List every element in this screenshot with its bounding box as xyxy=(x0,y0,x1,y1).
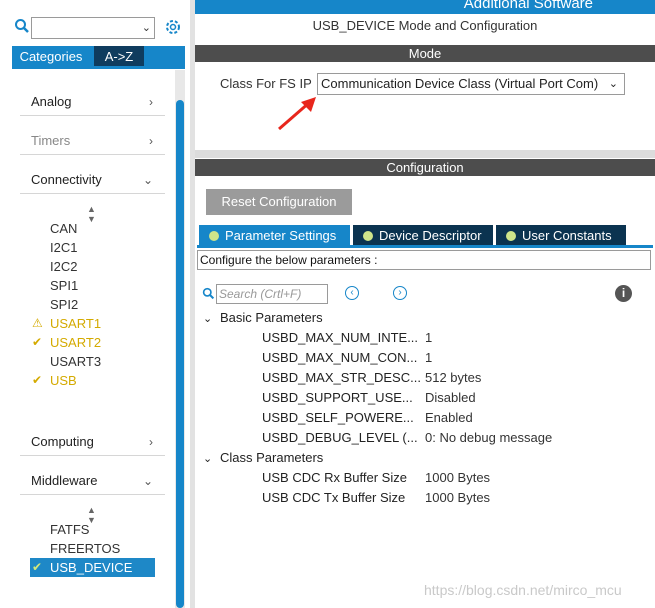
param-name[interactable]: USBD_MAX_NUM_CON... xyxy=(262,350,417,365)
param-name[interactable]: USB CDC Rx Buffer Size xyxy=(262,470,407,485)
check-icon: ✔ xyxy=(32,335,43,349)
category-label: Timers xyxy=(31,133,71,148)
list-item-spi2[interactable]: SPI2 xyxy=(50,295,78,314)
chevron-down-icon: ⌄ xyxy=(142,474,153,488)
component-search-combo[interactable]: ⌄ xyxy=(31,17,155,39)
chevron-right-icon: › xyxy=(149,435,153,449)
class-select[interactable]: Communication Device Class (Virtual Port… xyxy=(317,73,625,95)
next-result-icon[interactable]: › xyxy=(393,286,407,300)
check-icon: ✔ xyxy=(32,373,43,387)
search-icon[interactable] xyxy=(14,18,30,38)
reset-configuration-button[interactable]: Reset Configuration xyxy=(206,189,352,215)
list-item-fatfs[interactable]: FATFS xyxy=(50,520,89,539)
category-analog[interactable]: Analog › xyxy=(20,89,165,116)
list-item-freertos[interactable]: FREERTOS xyxy=(50,539,120,558)
previous-result-icon[interactable]: ‹ xyxy=(345,286,359,300)
param-value[interactable]: 512 bytes xyxy=(425,370,481,385)
check-circle-icon xyxy=(363,231,373,241)
param-value[interactable]: 1000 Bytes xyxy=(425,490,490,505)
param-name[interactable]: USBD_SELF_POWERE... xyxy=(262,410,414,425)
parameter-search-input[interactable]: Search (Crtl+F) xyxy=(216,284,328,304)
chevron-right-icon: › xyxy=(149,95,153,109)
list-item-usb-device[interactable]: ✔ USB_DEVICE xyxy=(32,558,133,577)
tab-device-descriptor[interactable]: Device Descriptor xyxy=(353,225,493,246)
param-value[interactable]: 1 xyxy=(425,350,432,365)
search-icon[interactable] xyxy=(202,287,215,305)
category-connectivity[interactable]: Connectivity ⌄ xyxy=(20,167,165,194)
tab-label: User Constants xyxy=(522,228,612,243)
gear-icon[interactable] xyxy=(164,18,182,41)
chevron-down-icon: ⌄ xyxy=(203,313,213,325)
chevron-down-icon: ⌄ xyxy=(203,453,213,465)
header-bar: Additional Software xyxy=(195,0,655,14)
category-timers[interactable]: Timers › xyxy=(20,128,165,155)
sort-icon[interactable]: ▲ ▼ xyxy=(87,204,96,224)
list-item-i2c1[interactable]: I2C1 xyxy=(50,238,77,257)
warning-icon: ⚠ xyxy=(32,316,43,330)
tab-label: Parameter Settings xyxy=(225,228,337,243)
additional-software-label[interactable]: Additional Software xyxy=(464,0,593,12)
group-class-parameters[interactable]: ⌄ Class Parameters xyxy=(203,450,323,465)
param-name[interactable]: USBD_SUPPORT_USE... xyxy=(262,390,413,405)
section-separator xyxy=(195,150,655,158)
param-name[interactable]: USB CDC Tx Buffer Size xyxy=(262,490,405,505)
item-label: USB xyxy=(50,373,77,388)
list-item-can[interactable]: CAN xyxy=(50,219,77,238)
info-icon[interactable]: i xyxy=(615,285,632,302)
tab-user-constants[interactable]: User Constants xyxy=(496,225,626,246)
list-item-spi1[interactable]: SPI1 xyxy=(50,276,78,295)
tab-parameter-settings[interactable]: Parameter Settings xyxy=(199,225,350,246)
mode-bar: Mode xyxy=(195,45,655,62)
category-computing[interactable]: Computing › xyxy=(20,429,165,456)
tab-underline xyxy=(12,66,185,69)
item-label: USART1 xyxy=(50,316,102,331)
param-name[interactable]: USBD_DEBUG_LEVEL (... xyxy=(262,430,418,445)
left-panel: ⌄ Categories A->Z Analog › Timers › Conn… xyxy=(0,0,188,608)
category-label: Connectivity xyxy=(31,172,102,187)
configuration-bar: Configuration xyxy=(195,159,655,176)
check-icon: ✔ xyxy=(32,560,43,574)
category-middleware[interactable]: Middleware ⌄ xyxy=(20,468,165,495)
chevron-down-icon: ⌄ xyxy=(608,78,618,90)
item-label: USART2 xyxy=(50,335,102,350)
param-name[interactable]: USBD_MAX_STR_DESC... xyxy=(262,370,421,385)
list-item-usart1[interactable]: ⚠ USART1 xyxy=(32,314,102,333)
list-item-i2c2[interactable]: I2C2 xyxy=(50,257,77,276)
tab-categories[interactable]: Categories xyxy=(12,46,90,68)
chevron-down-icon[interactable]: ⌄ xyxy=(142,21,151,34)
chevron-down-icon: ⌄ xyxy=(142,173,153,187)
param-value[interactable]: 1 xyxy=(425,330,432,345)
class-for-fs-ip-label: Class For FS IP xyxy=(220,76,312,91)
param-value[interactable]: 0: No debug message xyxy=(425,430,552,445)
category-label: Analog xyxy=(31,94,72,109)
configure-hint: Configure the below parameters : xyxy=(197,250,651,270)
class-select-value: Communication Device Class (Virtual Port… xyxy=(321,76,599,91)
watermark: https://blog.csdn.net/mirco_mcu xyxy=(424,582,622,598)
category-label: Computing xyxy=(31,434,94,449)
annotation-arrow-icon xyxy=(278,97,316,131)
param-value[interactable]: 1000 Bytes xyxy=(425,470,490,485)
check-circle-icon xyxy=(209,231,219,241)
page-title: USB_DEVICE Mode and Configuration xyxy=(312,18,538,33)
category-label: Middleware xyxy=(31,473,98,488)
tab-underline xyxy=(197,245,653,248)
item-label: USB_DEVICE xyxy=(50,560,133,575)
check-circle-icon xyxy=(506,231,516,241)
list-item-usart3[interactable]: USART3 xyxy=(50,352,101,371)
param-value[interactable]: Enabled xyxy=(425,410,473,425)
tab-label: Device Descriptor xyxy=(379,228,482,243)
group-label: Class Parameters xyxy=(220,450,324,465)
tab-a-z[interactable]: A->Z xyxy=(94,46,144,68)
group-basic-parameters[interactable]: ⌄ Basic Parameters xyxy=(203,310,323,325)
chevron-right-icon: › xyxy=(149,134,153,148)
list-item-usart2[interactable]: ✔ USART2 xyxy=(32,333,102,352)
group-label: Basic Parameters xyxy=(220,310,323,325)
param-name[interactable]: USBD_MAX_NUM_INTE... xyxy=(262,330,418,345)
scrollbar-thumb[interactable] xyxy=(176,100,184,608)
param-value[interactable]: Disabled xyxy=(425,390,476,405)
list-item-usb[interactable]: ✔ USB xyxy=(32,371,77,390)
panel-divider[interactable] xyxy=(190,0,195,608)
